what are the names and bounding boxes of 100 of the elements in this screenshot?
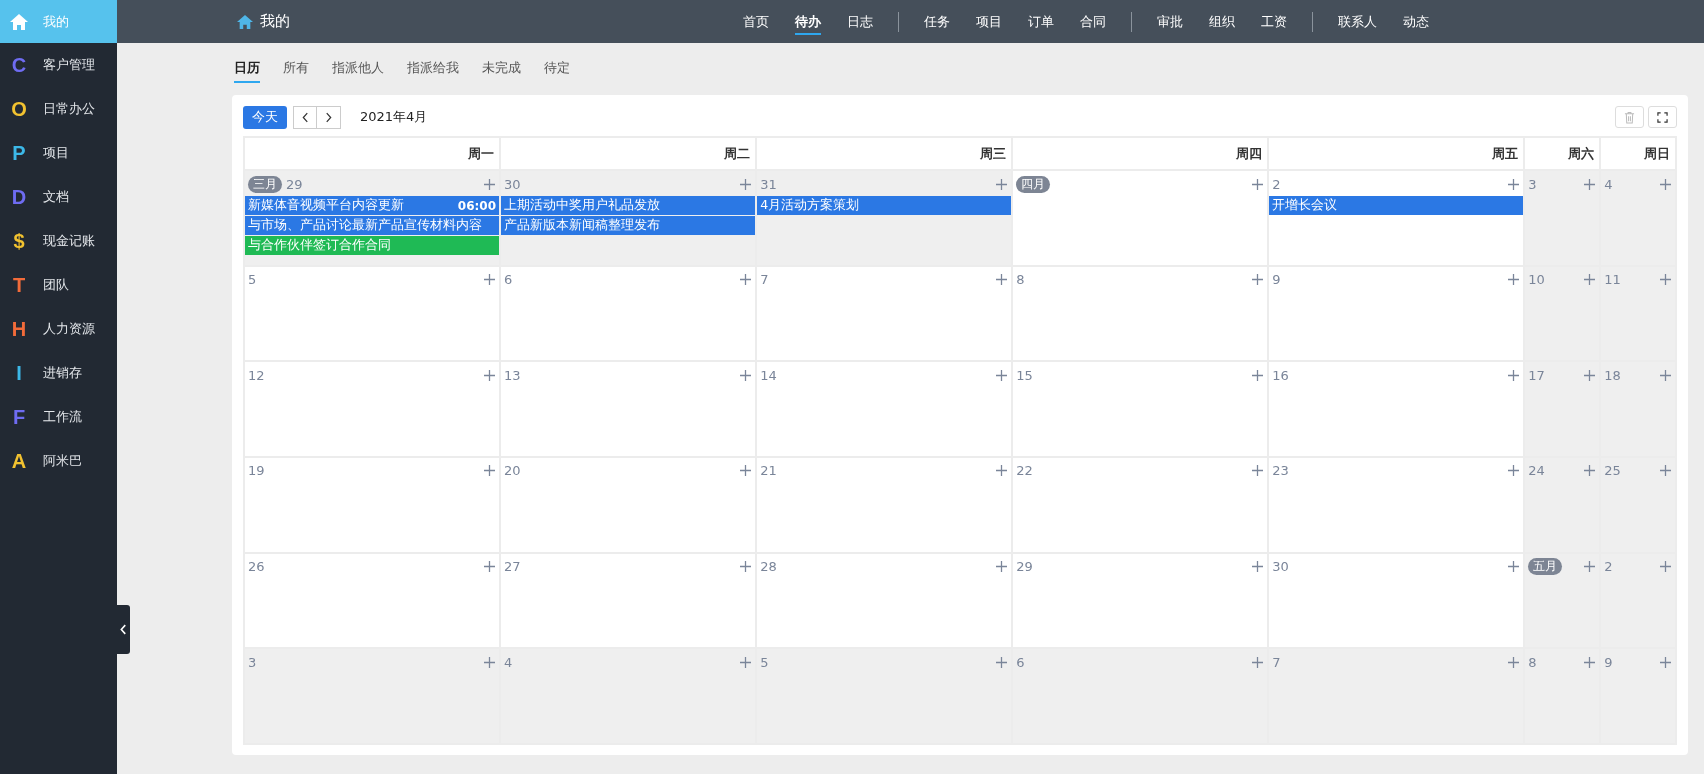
filter-tab[interactable]: 所有 xyxy=(283,55,309,83)
day-number: 6 xyxy=(1016,654,1025,670)
sidebar-item[interactable]: T 团队 xyxy=(0,263,117,307)
nav-tab[interactable]: 组织 xyxy=(1196,0,1248,43)
add-icon[interactable] xyxy=(484,369,496,381)
add-icon[interactable] xyxy=(996,369,1008,381)
nav-tab[interactable]: 待办 xyxy=(782,0,834,43)
weekday-header: 周四 xyxy=(1013,138,1268,169)
add-icon[interactable] xyxy=(1252,465,1264,477)
sidebar-item[interactable]: F 工作流 xyxy=(0,395,117,439)
add-icon[interactable] xyxy=(1660,178,1671,190)
sidebar-item[interactable]: I 进销存 xyxy=(0,351,117,395)
add-icon[interactable] xyxy=(740,274,752,286)
sidebar-item[interactable]: H 人力资源 xyxy=(0,307,117,351)
day-number: 12 xyxy=(248,367,265,383)
event-bar[interactable]: 4月活动方案策划 xyxy=(757,196,1012,215)
add-icon[interactable] xyxy=(996,561,1008,573)
nav-tab[interactable]: 工资 xyxy=(1248,0,1300,43)
nav-tab[interactable]: 审批 xyxy=(1144,0,1196,43)
add-icon[interactable] xyxy=(484,274,496,286)
nav-tab[interactable]: 合同 xyxy=(1067,0,1119,43)
add-icon[interactable] xyxy=(1660,274,1671,286)
add-icon[interactable] xyxy=(1584,656,1596,668)
nav-tab[interactable]: 首页 xyxy=(730,0,782,43)
event-bar[interactable]: 开增长会议 xyxy=(1269,196,1524,215)
add-icon[interactable] xyxy=(1508,369,1520,381)
add-icon[interactable] xyxy=(740,656,752,668)
sidebar-item[interactable]: O 日常办公 xyxy=(0,87,117,131)
fullscreen-button[interactable] xyxy=(1648,106,1677,128)
day-number: 17 xyxy=(1528,367,1545,383)
sidebar-item[interactable]: D 文档 xyxy=(0,175,117,219)
chevron-left-icon xyxy=(301,111,309,123)
sidebar-item[interactable]: A 阿米巴 xyxy=(0,439,117,483)
nav-tab[interactable]: 联系人 xyxy=(1325,0,1390,43)
month-badge: 四月 xyxy=(1016,175,1051,193)
next-button[interactable] xyxy=(317,105,341,129)
day-number: 29 xyxy=(286,176,303,192)
add-icon[interactable] xyxy=(1508,465,1520,477)
weekday-header: 周一 xyxy=(245,138,500,169)
collapse-handle[interactable] xyxy=(117,605,130,654)
filter-tab[interactable]: 待定 xyxy=(544,55,570,83)
day-number: 30 xyxy=(1272,559,1289,575)
nav-tab[interactable]: 日志 xyxy=(834,0,886,43)
add-icon[interactable] xyxy=(1584,561,1596,573)
nav-tab[interactable]: 动态 xyxy=(1390,0,1442,43)
today-button[interactable]: 今天 xyxy=(243,105,287,129)
add-icon[interactable] xyxy=(1252,561,1264,573)
add-icon[interactable] xyxy=(1252,178,1264,190)
letter-icon: A xyxy=(9,449,29,473)
add-icon[interactable] xyxy=(740,178,752,190)
add-icon[interactable] xyxy=(1660,369,1671,381)
add-icon[interactable] xyxy=(1252,369,1264,381)
home-icon xyxy=(236,13,254,30)
sidebar-item[interactable]: C 客户管理 xyxy=(0,43,117,87)
add-icon[interactable] xyxy=(996,274,1008,286)
day-number: 26 xyxy=(248,559,265,575)
add-icon[interactable] xyxy=(1584,369,1596,381)
add-icon[interactable] xyxy=(1508,656,1520,668)
add-icon[interactable] xyxy=(996,656,1008,668)
add-icon[interactable] xyxy=(1508,561,1520,573)
add-icon[interactable] xyxy=(1660,561,1671,573)
add-icon[interactable] xyxy=(740,369,752,381)
letter-icon: T xyxy=(9,273,29,297)
add-icon[interactable] xyxy=(740,465,752,477)
filter-tab[interactable]: 指派他人 xyxy=(332,55,384,83)
previous-button[interactable] xyxy=(293,105,317,129)
event-bar[interactable]: 新媒体音视频平台内容更新 06:00 xyxy=(245,196,500,215)
add-icon[interactable] xyxy=(1584,465,1596,477)
event-bar[interactable]: 上期活动中奖用户礼品发放 xyxy=(501,196,756,215)
event-bar[interactable]: 产品新版本新闻稿整理发布 xyxy=(501,216,756,235)
add-icon[interactable] xyxy=(1252,656,1264,668)
day-number: 7 xyxy=(1272,654,1281,670)
nav-tab[interactable]: 项目 xyxy=(963,0,1015,43)
add-icon[interactable] xyxy=(1508,274,1520,286)
sidebar-item[interactable]: P 项目 xyxy=(0,131,117,175)
filter-tab[interactable]: 日历 xyxy=(234,55,260,83)
add-icon[interactable] xyxy=(484,465,496,477)
add-icon[interactable] xyxy=(996,178,1008,190)
day-number: 6 xyxy=(504,272,513,288)
filter-tab[interactable]: 指派给我 xyxy=(407,55,459,83)
add-icon[interactable] xyxy=(996,465,1008,477)
add-icon[interactable] xyxy=(484,178,496,190)
add-icon[interactable] xyxy=(1660,656,1671,668)
add-icon[interactable] xyxy=(484,656,496,668)
sidebar-item[interactable]: $ 现金记账 xyxy=(0,219,117,263)
trash-icon xyxy=(1624,110,1635,124)
add-icon[interactable] xyxy=(740,561,752,573)
add-icon[interactable] xyxy=(484,561,496,573)
add-icon[interactable] xyxy=(1584,274,1596,286)
event-time: 06:00 xyxy=(457,198,497,213)
home-icon xyxy=(9,12,29,31)
nav-tab[interactable]: 任务 xyxy=(911,0,963,43)
filter-tab[interactable]: 未完成 xyxy=(482,55,521,83)
day-number: 20 xyxy=(504,463,521,479)
event-bar[interactable]: 与市场、产品讨论最新产品宣传材料内容 xyxy=(245,216,500,235)
add-icon[interactable] xyxy=(1584,178,1596,190)
add-icon[interactable] xyxy=(1508,178,1520,190)
nav-tab[interactable]: 订单 xyxy=(1015,0,1067,43)
add-icon[interactable] xyxy=(1660,465,1671,477)
add-icon[interactable] xyxy=(1252,274,1264,286)
